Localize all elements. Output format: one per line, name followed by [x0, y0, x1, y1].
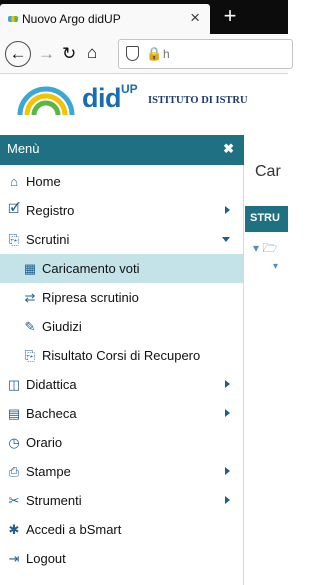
sidebar-item-didattica[interactable]: ◫ Didattica — [0, 370, 244, 399]
newspaper-icon: ▤ — [7, 405, 21, 421]
tools-icon: ✂ — [8, 492, 20, 508]
calendar-check-icon: 🗹 — [8, 200, 20, 216]
sidebar-item-orario[interactable]: ◷ Orario — [0, 428, 244, 457]
document-export-icon: ⎘ — [8, 231, 20, 247]
sidebar-item-label: Home — [26, 174, 61, 189]
sidebar-item-registro[interactable]: 🗹 Registro — [0, 196, 244, 225]
sidebar-item-label: Accedi a bSmart — [26, 522, 122, 537]
sidebar-item-label: Didattica — [26, 377, 77, 392]
page-title: Car — [255, 163, 281, 180]
home-icon: ⌂ — [10, 174, 18, 189]
school-name: ISTITUTO DI ISTRU — [148, 95, 248, 106]
app-header: did UP ISTITUTO DI ISTRU — [0, 75, 288, 121]
content-toolbar: STRU — [245, 206, 288, 232]
document-export-icon: ⎘ — [24, 347, 36, 363]
chevron-right-icon — [225, 496, 230, 504]
tree-folder-node[interactable]: ▾ 🗁 — [253, 239, 277, 260]
lock-icon[interactable]: 🔒 — [146, 46, 162, 62]
reload-button[interactable]: ↻ — [62, 43, 76, 65]
tab-close-icon[interactable]: × — [190, 9, 200, 27]
forward-button[interactable]: → — [38, 43, 55, 65]
clock-icon: ◷ — [8, 434, 20, 450]
sidebar-item-label: Stampe — [26, 464, 71, 479]
sidebar-item-label: Bacheca — [26, 406, 77, 421]
sidebar-item-risultato-corsi[interactable]: ⎘ Risultato Corsi di Recupero — [0, 341, 244, 370]
columns-icon: ◫ — [7, 376, 21, 392]
logo-superscript: UP — [121, 82, 138, 96]
chevron-right-icon — [225, 206, 230, 214]
sidebar-item-label: Logout — [26, 551, 66, 566]
chevron-right-icon — [225, 380, 230, 388]
bsmart-icon: ✱ — [8, 521, 20, 537]
sidebar-item-logout[interactable]: ⇥ Logout — [0, 544, 244, 573]
sidebar-item-ripresa-scrutinio[interactable]: ⇄ Ripresa scrutinio — [0, 283, 244, 312]
logo-rainbow-icon — [17, 86, 75, 116]
edit-icon: ✎ — [24, 318, 36, 334]
chevron-right-icon — [225, 467, 230, 475]
sidebar-item-label: Registro — [26, 203, 75, 218]
sidebar-item-label: Orario — [26, 435, 63, 450]
sidebar-item-strumenti[interactable]: ✂ Strumenti — [0, 486, 244, 515]
sidebar-item-label: Giudizi — [42, 319, 82, 334]
home-button[interactable]: ⌂ — [87, 42, 97, 64]
grid-icon: ▦ — [23, 260, 37, 276]
chevron-right-icon — [225, 409, 230, 417]
browser-tab[interactable]: Nuovo Argo didUP × — [0, 4, 210, 34]
sidebar-item-bsmart[interactable]: ✱ Accedi a bSmart — [0, 515, 244, 544]
sidebar-item-label: Ripresa scrutinio — [42, 290, 139, 305]
favicon-icon — [8, 16, 18, 22]
new-tab-button[interactable]: + — [218, 2, 242, 30]
main-content: Car STRU ▾ 🗁 ▾ — [245, 121, 288, 582]
print-icon: ⎙ — [8, 463, 20, 479]
url-bar[interactable]: 🔒 h — [118, 39, 293, 69]
sidebar-item-scrutini[interactable]: ⎘ Scrutini — [0, 225, 244, 254]
browser-nav-bar: ← → ↻ ⌂ 🔒 h — [0, 34, 293, 74]
menu-close-icon[interactable]: ✖ — [223, 141, 234, 157]
tab-title: Nuovo Argo didUP — [22, 12, 121, 26]
logout-icon: ⇥ — [8, 550, 20, 566]
sidebar-item-label: Caricamento voti — [42, 261, 140, 276]
sidebar-menu: ⌂ Home 🗹 Registro ⎘ Scrutini ▦ Caricamen… — [0, 165, 244, 585]
url-text[interactable]: h — [163, 47, 170, 61]
back-button[interactable]: ← — [5, 41, 31, 67]
chevron-down-icon — [222, 237, 230, 242]
sidebar-item-label: Scrutini — [26, 232, 70, 247]
sidebar-item-stampe[interactable]: ⎙ Stampe — [0, 457, 244, 486]
toolbar-label: STRU — [250, 212, 280, 224]
sidebar-item-home[interactable]: ⌂ Home — [0, 167, 244, 196]
sidebar-item-label: Risultato Corsi di Recupero — [42, 348, 201, 363]
sidebar-item-caricamento-voti[interactable]: ▦ Caricamento voti — [0, 254, 244, 283]
retweet-icon: ⇄ — [24, 289, 36, 305]
sidebar-item-label: Strumenti — [26, 493, 82, 508]
sidebar-item-bacheca[interactable]: ▤ Bacheca — [0, 399, 244, 428]
browser-tab-bar: Nuovo Argo didUP × + — [0, 0, 288, 34]
logo-text: did — [82, 83, 122, 113]
menu-title: Menù — [7, 141, 40, 156]
tree-expand-icon[interactable]: ▾ — [273, 261, 278, 272]
menu-header: Menù ✖ — [0, 135, 244, 165]
sidebar-item-giudizi[interactable]: ✎ Giudizi — [0, 312, 244, 341]
shield-icon[interactable] — [126, 46, 139, 61]
